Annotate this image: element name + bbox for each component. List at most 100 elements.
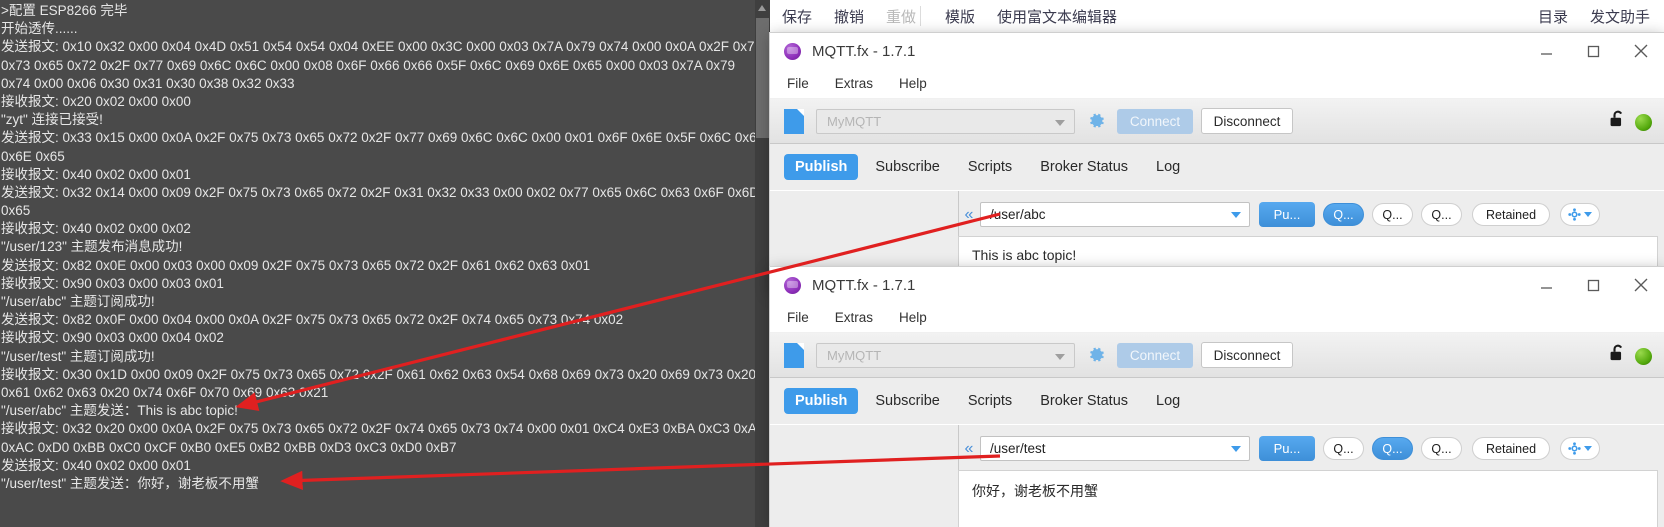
message-payload-editor[interactable]: 你好，谢老板不用蟹	[958, 470, 1658, 527]
topic-input[interactable]: /user/test	[980, 436, 1250, 461]
tab-subscribe[interactable]: Subscribe	[864, 154, 950, 180]
terminal-scrollbar[interactable]	[755, 0, 770, 527]
mqtt-fx-window[interactable]: MQTT.fx - 1.7.1 File Extras Help MyMQTT Conne…	[770, 267, 1664, 527]
tab-log[interactable]: Log	[1145, 388, 1191, 414]
window-title: MQTT.fx - 1.7.1	[812, 276, 916, 294]
tab-broker-status[interactable]: Broker Status	[1029, 388, 1139, 414]
title-bar[interactable]: MQTT.fx - 1.7.1	[770, 33, 1664, 69]
tab-bar[interactable]: Publish Subscribe Scripts Broker Status Log	[770, 378, 1664, 424]
terminal-line: 0x65	[1, 203, 31, 219]
unlocked-padlock-icon	[1608, 109, 1628, 135]
side-gutter	[770, 425, 959, 527]
connection-status	[1608, 343, 1652, 369]
retained-toggle[interactable]: Retained	[1472, 203, 1551, 226]
minimize-button[interactable]	[1523, 33, 1570, 69]
status-led-icon	[1635, 347, 1652, 365]
title-bar[interactable]: MQTT.fx - 1.7.1	[770, 267, 1664, 303]
publish-button[interactable]: Pu...	[1259, 202, 1315, 227]
terminal-line: 接收报文: 0x20 0x02 0x00 0x00	[1, 93, 191, 109]
chevron-down-icon[interactable]	[1231, 212, 1241, 218]
menu-extras[interactable]: Extras	[835, 76, 873, 91]
serial-terminal[interactable]: >配置 ESP8266 完毕 开始透传...... 发送报文: 0x10 0x32 …	[0, 0, 770, 527]
maximize-button[interactable]	[1570, 267, 1617, 303]
maximize-button[interactable]	[1570, 33, 1617, 69]
topic-value: /user/test	[990, 441, 1046, 456]
minimize-button[interactable]	[1523, 267, 1570, 303]
tab-scripts[interactable]: Scripts	[957, 154, 1023, 180]
connection-bar: MyMQTT Connect Disconnect	[770, 99, 1664, 144]
terminal-line: 发送报文: 0x82 0x0E 0x00 0x03 0x00 0x09 0x2F…	[1, 257, 591, 273]
qos-0-button[interactable]: Q...	[1323, 203, 1364, 226]
terminal-line: 发送报文: 0x82 0x0F 0x00 0x04 0x00 0x0A 0x2F…	[1, 312, 624, 328]
menu-extras[interactable]: Extras	[835, 310, 873, 325]
menu-bar[interactable]: File Extras Help	[770, 303, 1664, 333]
publish-panel: « /user/test Pu... Q... Q... Q... Retained 你好，谢…	[770, 425, 1664, 527]
toolbar-publish-assistant-button[interactable]: 发文助手	[1590, 6, 1650, 27]
terminal-line: 0xAC 0xD0 0xBB 0xC0 0xCF 0xB0 0xE5 0xB2 …	[1, 439, 457, 455]
broker-profile-select[interactable]: MyMQTT	[816, 342, 1075, 368]
tab-publish[interactable]: Publish	[784, 388, 859, 414]
toolbar-save-button[interactable]: 保存	[782, 6, 812, 27]
retained-toggle[interactable]: Retained	[1472, 437, 1551, 460]
menu-file[interactable]: File	[787, 310, 809, 325]
window-controls	[1523, 267, 1664, 303]
menu-help[interactable]: Help	[899, 310, 927, 325]
editor-toolbar-mid-group: 模版 使用富文本编辑器	[945, 0, 1117, 33]
tab-bar[interactable]: Publish Subscribe Scripts Broker Status Log	[770, 144, 1664, 190]
menu-bar[interactable]: File Extras Help	[770, 69, 1664, 99]
connect-button: Connect	[1117, 342, 1193, 368]
toolbar-undo-button[interactable]: 撤销	[834, 6, 864, 27]
tab-subscribe[interactable]: Subscribe	[864, 388, 950, 414]
disconnect-button[interactable]: Disconnect	[1201, 342, 1293, 368]
topic-value: /user/abc	[990, 207, 1046, 222]
broker-profile-select[interactable]: MyMQTT	[816, 108, 1075, 134]
gear-dropdown-icon[interactable]	[1560, 437, 1601, 460]
menu-file[interactable]: File	[787, 76, 809, 91]
mqtt-fx-window[interactable]: MQTT.fx - 1.7.1 File Extras Help MyMQTT Conne…	[770, 33, 1664, 293]
chevron-down-icon	[1055, 353, 1065, 360]
close-button[interactable]	[1617, 267, 1664, 303]
close-button[interactable]	[1617, 33, 1664, 69]
terminal-line: 接收报文: 0x90 0x03 0x00 0x03 0x01	[1, 275, 224, 291]
new-profile-icon[interactable]	[784, 342, 804, 368]
terminal-line: 0x74 0x00 0x06 0x30 0x31 0x30 0x38 0x32 …	[1, 75, 295, 91]
tab-scripts[interactable]: Scripts	[957, 388, 1023, 414]
scroll-up-arrow-icon[interactable]	[758, 5, 766, 11]
toolbar-template-button[interactable]: 模版	[945, 6, 975, 27]
double-chevron-left-icon[interactable]: «	[958, 440, 980, 458]
message-payload-text: 你好，谢老板不用蟹	[972, 483, 1098, 499]
chevron-down-icon	[1055, 119, 1065, 126]
scrollbar-thumb[interactable]	[756, 18, 769, 138]
message-payload-text: This is abc topic!	[972, 247, 1077, 263]
terminal-line: 发送报文: 0x33 0x15 0x00 0x0A 0x2F 0x75 0x73…	[1, 130, 765, 146]
qos-2-button[interactable]: Q...	[1421, 203, 1462, 226]
qos-1-button[interactable]: Q...	[1372, 437, 1413, 460]
toolbar-rich-text-editor-button[interactable]: 使用富文本编辑器	[997, 6, 1117, 27]
disconnect-button[interactable]: Disconnect	[1201, 108, 1293, 134]
terminal-line: "/user/abc" 主题订阅成功!	[1, 294, 155, 309]
terminal-line: 接收报文: 0x40 0x02 0x00 0x01	[1, 166, 191, 182]
tab-broker-status[interactable]: Broker Status	[1029, 154, 1139, 180]
gear-dropdown-icon[interactable]	[1560, 203, 1601, 226]
tab-publish[interactable]: Publish	[784, 154, 859, 180]
status-led-icon	[1635, 113, 1652, 131]
double-chevron-left-icon[interactable]: «	[958, 206, 980, 224]
chevron-down-icon[interactable]	[1231, 446, 1241, 452]
new-profile-icon[interactable]	[784, 108, 804, 134]
publish-button[interactable]: Pu...	[1259, 436, 1315, 461]
topic-input[interactable]: /user/abc	[980, 202, 1250, 227]
qos-1-button[interactable]: Q...	[1372, 203, 1413, 226]
publish-toolbar: « /user/test Pu... Q... Q... Q... Retained	[958, 435, 1658, 462]
qos-2-button[interactable]: Q...	[1421, 437, 1462, 460]
toolbar-catalog-button[interactable]: 目录	[1538, 6, 1568, 27]
screen: 保存 撤销 重做 模版 使用富文本编辑器 目录 发文助手 >配置 ESP8266…	[0, 0, 1664, 527]
mqttfx-app-icon	[784, 42, 801, 60]
qos-0-button[interactable]: Q...	[1323, 437, 1364, 460]
menu-help[interactable]: Help	[899, 76, 927, 91]
tab-log[interactable]: Log	[1145, 154, 1191, 180]
gear-icon[interactable]	[1085, 344, 1107, 366]
terminal-line: 0x6E 0x65	[1, 148, 65, 164]
gear-icon[interactable]	[1085, 110, 1107, 132]
connection-bar: MyMQTT Connect Disconnect	[770, 333, 1664, 378]
terminal-line: "/user/test" 主题发送：你好，谢老板不用蟹	[1, 475, 259, 491]
